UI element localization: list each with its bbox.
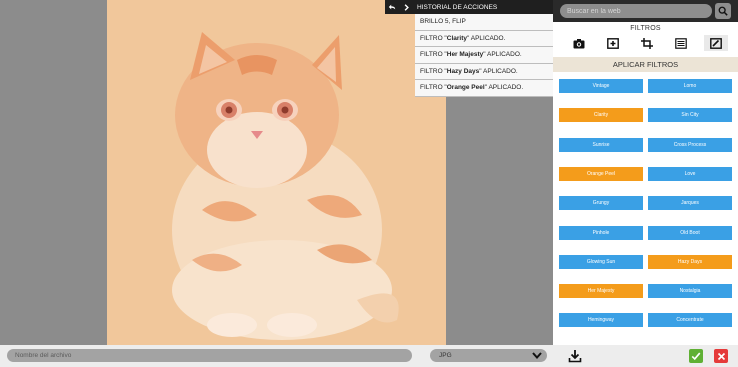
- filter-button[interactable]: Vintage: [559, 79, 643, 93]
- history-item-suffix: " APLICADO.: [479, 67, 518, 75]
- filter-button[interactable]: Pinhole: [559, 225, 643, 240]
- format-select[interactable]: JPG: [430, 349, 547, 362]
- history-item[interactable]: FILTRO " Hazy Days " APLICADO.: [415, 63, 553, 80]
- crop-icon: [641, 37, 654, 49]
- filter-button[interactable]: Lomo: [648, 79, 732, 93]
- right-panel: FILTROS APLICAR FILTROS Vintage Lomo Clari…: [553, 0, 738, 345]
- filter-button[interactable]: Her Majesty: [559, 284, 643, 299]
- history-item[interactable]: FILTRO " Clarity " APLICADO.: [415, 30, 553, 47]
- history-item-filter-name: Clarity: [446, 34, 467, 42]
- history-title: HISTORIAL DE ACCIONES: [417, 3, 498, 11]
- history-item[interactable]: FILTRO " Orange Peel " APLICADO.: [415, 80, 553, 97]
- history-item-prefix: FILTRO ": [420, 84, 447, 92]
- tool-crop[interactable]: [635, 35, 659, 51]
- undo-arrow-icon[interactable]: [385, 0, 399, 14]
- camera-icon: [573, 38, 585, 48]
- filter-button[interactable]: Jarques: [648, 196, 732, 211]
- history-item-filter-name: Her Majesty: [446, 51, 484, 59]
- filter-button[interactable]: Nostalgia: [648, 284, 732, 299]
- history-item-suffix: " APLICADO.: [484, 84, 524, 92]
- tool-adjust[interactable]: [670, 35, 694, 51]
- search-button[interactable]: [715, 3, 731, 19]
- apply-filters-header: APLICAR FILTROS: [553, 57, 738, 72]
- tool-row: [553, 34, 738, 52]
- search-bar: [553, 0, 738, 22]
- filter-button[interactable]: Love: [648, 166, 732, 181]
- history-item-prefix: FILTRO ": [420, 51, 447, 59]
- filter-grid: Vintage Lomo Clarity Sin City Sunrise Cross P…: [553, 72, 738, 342]
- close-icon: [717, 352, 725, 360]
- history-item[interactable]: BRILLO 5, FLIP: [415, 14, 553, 31]
- tool-add[interactable]: [601, 35, 625, 51]
- download-icon: [568, 350, 582, 363]
- tool-camera[interactable]: [567, 35, 591, 51]
- filter-button[interactable]: Sin City: [648, 108, 732, 123]
- history-item-prefix: FILTRO ": [420, 67, 447, 75]
- filter-button[interactable]: Concentrate: [648, 313, 732, 328]
- history-item-prefix: FILTRO ": [420, 34, 447, 42]
- filter-button[interactable]: Grungy: [559, 196, 643, 211]
- filter-button[interactable]: Glowing Sun: [559, 254, 643, 269]
- format-value: JPG: [439, 352, 452, 359]
- search-input[interactable]: [560, 4, 712, 18]
- history-item-suffix: " APLICADO.: [466, 34, 506, 42]
- history-panel: HISTORIAL DE ACCIONES BRILLO 5, FLIP FILT…: [385, 0, 553, 97]
- filter-button[interactable]: Hazy Days: [648, 254, 732, 269]
- chevron-right-icon[interactable]: [399, 0, 413, 14]
- filter-button[interactable]: Cross Process: [648, 137, 732, 152]
- chevron-down-icon: [532, 352, 542, 360]
- history-item-filter-name: Hazy Days: [446, 67, 480, 75]
- history-header: HISTORIAL DE ACCIONES: [385, 0, 553, 14]
- filter-button[interactable]: Hemingway: [559, 313, 643, 328]
- cancel-button[interactable]: [714, 349, 728, 363]
- download-button[interactable]: [568, 349, 582, 363]
- history-item-filter-name: Orange Peel: [446, 84, 485, 92]
- plus-square-icon: [607, 37, 619, 49]
- history-item-suffix: " APLICADO.: [483, 51, 522, 59]
- filter-button[interactable]: Old Boot: [648, 225, 732, 240]
- check-icon: [691, 352, 701, 361]
- filter-button[interactable]: Orange Peel: [559, 166, 643, 181]
- search-icon: [718, 6, 728, 16]
- bottom-bar: JPG: [0, 345, 738, 367]
- sliders-icon: [675, 37, 688, 49]
- history-item[interactable]: FILTRO " Her Majesty " APLICADO.: [415, 47, 553, 64]
- history-list: BRILLO 5, FLIP FILTRO " Clarity " APLICADO.…: [415, 14, 553, 97]
- filter-button[interactable]: Sunrise: [559, 137, 643, 152]
- draw-icon: [709, 37, 722, 49]
- history-item-prefix: BRILLO 5, FLIP: [420, 18, 466, 26]
- confirm-button[interactable]: [689, 349, 703, 363]
- tools-title: FILTROS: [630, 25, 661, 32]
- filename-input[interactable]: [7, 349, 412, 362]
- filter-button[interactable]: Clarity: [559, 108, 643, 123]
- tool-draw[interactable]: [703, 35, 728, 51]
